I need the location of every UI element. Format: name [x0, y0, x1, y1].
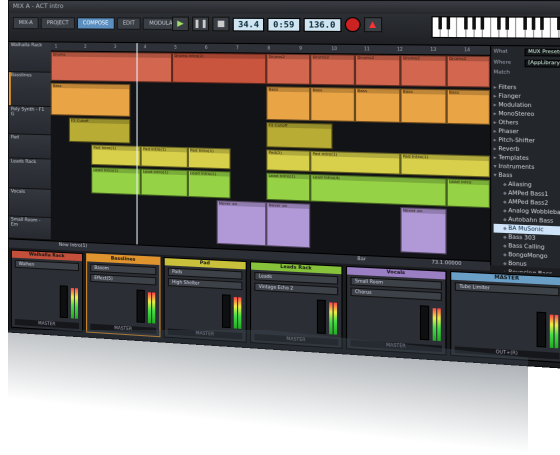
position-display[interactable]: 34.4 [232, 17, 265, 32]
clip[interactable]: Bass [446, 89, 491, 125]
position-readout: 73.1.00000 [431, 260, 462, 268]
view-tabs: MIX-A PROJECT COMPOSE EDIT MODULAR [12, 17, 183, 31]
effect-slot[interactable]: High Shelter [167, 277, 243, 291]
clip[interactable]: Never on [266, 202, 311, 249]
level-meter [74, 288, 78, 319]
transport: ▶ ❚❚ ■ 34.4 0:59 136.0 ▲ [172, 16, 382, 33]
tab-mix[interactable]: MIX-A [12, 17, 39, 30]
clip[interactable]: Pad Intro(1) [187, 147, 231, 170]
effect-slot[interactable]: Effect(5) [90, 273, 157, 286]
screenshot-stage: MIX A - ACT intro – □ × MIX-A PROJECT CO… [0, 0, 560, 455]
clip[interactable]: Bass [266, 86, 311, 121]
stop-icon[interactable]: ■ [212, 16, 230, 32]
volume-fader[interactable] [136, 289, 145, 323]
level-meter [152, 292, 156, 324]
time-display[interactable]: 0:59 [267, 17, 300, 32]
clip[interactable]: Drums [50, 51, 173, 83]
clip[interactable]: Bass [50, 82, 131, 117]
clip[interactable]: Pad Intro(1) [400, 153, 491, 178]
clip[interactable]: Lead Intro(1) [91, 166, 141, 196]
volume-fader[interactable] [59, 285, 68, 319]
window-reflection [0, 330, 560, 455]
track-headers: Walhalla Rack Basslines Poly Synth - F1 … [8, 42, 51, 241]
clip[interactable]: F1 Cutoff [266, 122, 333, 150]
clip[interactable]: Lead Intro(1) [266, 172, 311, 202]
keyboard-display [431, 16, 560, 40]
clip[interactable]: Lead Intro(1) [187, 170, 231, 199]
reflection-gradient [8, 330, 528, 455]
level-meter [238, 297, 242, 329]
match-field[interactable]: Match [494, 70, 525, 79]
zoom-mode[interactable]: Bar [357, 257, 366, 263]
track-header[interactable]: Basslines [8, 72, 51, 108]
clip[interactable]: Never on [216, 200, 267, 247]
level-meter [70, 287, 74, 319]
warning-icon[interactable]: ▲ [363, 17, 382, 33]
daw-window: MIX A - ACT intro – □ × MIX-A PROJECT CO… [7, 0, 560, 374]
clip[interactable]: Drums2 [310, 54, 355, 86]
browser-list: FiltersFlangerModulationMonoStereoOthers… [493, 83, 560, 282]
clip[interactable]: Lead Intro(1) [140, 168, 188, 197]
arrangement-view[interactable]: 12 34 56 78 9 10 11 12 13 14 Drums Drums in… [50, 42, 491, 261]
track-header[interactable]: Pad [8, 134, 51, 160]
playhead[interactable] [136, 43, 138, 245]
clip[interactable]: F1 Cutoff [68, 117, 131, 144]
play-icon[interactable]: ▶ [172, 16, 189, 32]
record-button[interactable] [344, 17, 361, 33]
effect-slot[interactable]: Chorus [350, 287, 442, 301]
clip[interactable]: Pad(2) [266, 149, 311, 172]
tempo-display[interactable]: 136.0 [303, 17, 342, 32]
volume-fader[interactable] [316, 299, 326, 335]
clip[interactable]: Bass [310, 86, 355, 122]
track-header[interactable]: Poly Synth - F1 G [8, 106, 51, 136]
clip[interactable]: Bass [354, 87, 401, 123]
track-header[interactable]: Vocals [8, 188, 51, 219]
clip[interactable]: Lead Intro [446, 178, 491, 209]
track-header[interactable]: Small Room - Em [8, 216, 51, 241]
clip[interactable]: Never on [400, 207, 447, 255]
effect-slot[interactable]: Vintage Echo 2 [254, 282, 339, 296]
mixer-channel: Walhalla Rack Walhen MASTER [10, 249, 84, 333]
track-header[interactable]: Walhalla Rack [8, 42, 51, 73]
window-title: MIX A - ACT intro [12, 3, 64, 11]
tab-edit[interactable]: EDIT [116, 17, 141, 30]
level-meter [233, 297, 238, 329]
clip[interactable]: Pad Intro(1) [91, 144, 141, 167]
clip[interactable]: Drums2 [266, 53, 311, 85]
track-header[interactable]: Leads Rack [8, 158, 51, 190]
tab-compose[interactable]: COMPOSE [76, 17, 115, 30]
tab-project[interactable]: PROJECT [40, 17, 75, 30]
effect-slot[interactable]: Walhen [14, 259, 80, 272]
clip[interactable]: Pad Intro(1) [310, 150, 401, 175]
clip[interactable]: Drums2 [354, 54, 401, 87]
clip[interactable]: Bass [400, 88, 447, 124]
pause-icon[interactable]: ❚❚ [192, 16, 210, 32]
mixer-channel: Basslines Basom Effect(5) MASTER [86, 253, 161, 338]
level-meter [147, 292, 152, 324]
output-routing[interactable]: MASTER [14, 318, 80, 330]
clip[interactable]: Pad Intro(1) [140, 145, 188, 168]
what-field[interactable]: What MUX Presets [494, 48, 560, 58]
clip[interactable]: Drums intro(2) [172, 52, 267, 85]
clip[interactable]: Drums2 [446, 55, 491, 88]
clip[interactable]: Lead Intro(4) [310, 173, 447, 207]
volume-fader[interactable] [221, 294, 231, 329]
clip-name[interactable]: New Intro(1) [59, 243, 87, 249]
clip[interactable]: Drums2 [400, 55, 447, 87]
where-field[interactable]: Where [AppLibrary]/Mux [494, 59, 560, 69]
preset-browser: What MUX Presets Where [AppLibrary]/Mux Ma… [490, 46, 560, 278]
